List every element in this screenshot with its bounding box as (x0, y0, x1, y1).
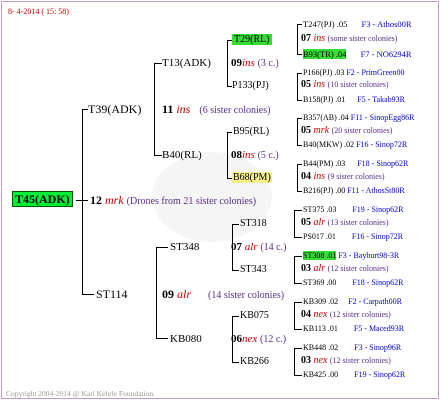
gen4-entry: PS017 .01 F16 - Sinop72R (303, 232, 404, 241)
gen3-queen: B68(PM) (232, 172, 272, 183)
connector (232, 362, 239, 363)
connector (232, 316, 239, 317)
connector (232, 224, 239, 225)
connector (294, 283, 302, 284)
connector (227, 132, 232, 133)
gen4-entry: KB425 .00 F19 - Sinop62R (303, 370, 406, 379)
gen2-drone: 09ins (3 c.) (231, 57, 279, 69)
gen3-drone: 04 ins (9 sister colonies) (301, 171, 385, 182)
connector (297, 145, 302, 146)
connector (82, 294, 94, 295)
connector (156, 247, 168, 248)
gen3-queen: ST318 (240, 218, 267, 229)
gen2-drone: 06nex (12 c.) (231, 333, 287, 345)
connector (297, 118, 302, 119)
gen4-entry: ST308 .01 F3 - Bayburt98-3R (303, 251, 400, 260)
copyright-notice: Copyright 2004-2014 @ Karl Kehrle Founda… (6, 389, 155, 398)
connector (297, 24, 298, 55)
connector (294, 348, 302, 349)
connector (294, 375, 302, 376)
connector (297, 100, 302, 101)
gen3-drone: 07 ins (some sister colonies) (301, 33, 398, 44)
gen4-entry: B216(PJ) .00 F11 - AthosSt80R (303, 186, 405, 195)
gen4-entry: ST369 .00 F18 - Sinop62R (303, 278, 404, 287)
root-name: T45(ADK) (12, 191, 73, 207)
connector (154, 63, 155, 156)
gen2-queen: B40(RL) (162, 149, 202, 161)
connector (294, 302, 295, 330)
gen4-entry: B44(PM) .03 F18 - Sinop62R (303, 159, 409, 168)
connector (297, 54, 302, 55)
gen3-drone: 03 alr (12 sister colonies) (301, 263, 389, 274)
gen2-drone: 07 alr (14 c.) (231, 241, 287, 253)
gen4-entry: P166(PJ) .03 F2 - PrimGreen00 (303, 68, 405, 77)
connector (232, 270, 239, 271)
connector (294, 256, 302, 257)
connector (154, 155, 162, 156)
connector (294, 302, 302, 303)
connector (82, 109, 83, 295)
gen3-queen: P133(PJ) (232, 80, 269, 91)
connector (294, 329, 302, 330)
gen3-queen: KB266 (240, 356, 269, 367)
connector (227, 132, 228, 179)
gen1-queen-top: T39(ADK) (88, 102, 142, 116)
connector (297, 73, 298, 101)
gen4-entry: T247(PJ) .05 F3 - Athos00R (303, 19, 412, 29)
gen1-queen-bottom: ST114 (96, 287, 128, 301)
gen3-drone: 05 mrk (20 sister colonies) (301, 125, 393, 136)
gen3-queen: ST343 (240, 264, 267, 275)
gen3-drone: 04 nex (12 sister colonies) (301, 309, 391, 320)
root-queen: T45(ADK) (12, 191, 73, 207)
gen3-drone: 05 ins (10 sister colonies) (301, 79, 389, 90)
connector (294, 348, 295, 376)
gen4-entry: ST375 .03 F19 - Sinop62R (303, 205, 404, 214)
connector (154, 63, 162, 64)
gen4-entry: KB448 .02 F3 - Sinop96R (303, 343, 402, 352)
gen2-drone: 08ins (5 c.) (231, 149, 279, 161)
gen3-queen: B95(RL) (233, 126, 270, 137)
connector (294, 210, 295, 238)
gen4-entry: KB309 .02 F2 - Carpath00R (303, 297, 402, 306)
pedigree-frame: 8- 4-2014 ( 15: 58) T45(ADK) 12 mrk (Dro… (1, 1, 439, 399)
connector (297, 73, 302, 74)
connector (294, 237, 302, 238)
connector (297, 24, 302, 25)
gen2-queen: KB080 (170, 333, 202, 345)
gen4-entry: B40(MKW) .02 F16 - Sinop72R (303, 140, 408, 149)
datestamp: 8- 4-2014 ( 15: 58) (8, 7, 69, 16)
gen2-queen: T13(ADK) (162, 57, 211, 69)
connector (297, 191, 302, 192)
connector (294, 210, 302, 211)
gen3-queen: T29(RL) (232, 34, 272, 45)
connector (156, 338, 168, 339)
gen1-drone-top: 11 ins (6 sister colonies) (162, 102, 271, 116)
connector (297, 164, 298, 192)
gen3-queen: KB075 (240, 310, 269, 321)
gen1-drone-bottom: 09 alr (14 sister colonies) (162, 287, 285, 301)
gen4-entry: KB113 .01 F5 - Maced93R (303, 324, 405, 333)
connector (294, 256, 295, 284)
connector (227, 40, 228, 87)
root-drone-info: 12 mrk (Drones from 21 sister colonies) (90, 193, 257, 207)
gen3-drone: 05 alr (13 sister colonies) (301, 217, 389, 228)
connector (297, 118, 298, 146)
gen4-entry: B357(AB) .04 F11 - SinopEgg86R (303, 113, 415, 122)
gen4-entry: B158(PJ) .01 F5 - Takab93R (303, 95, 405, 104)
connector (156, 247, 157, 339)
connector (297, 164, 302, 165)
gen4-entry: B93(TR) .04 F7 - NO6294R (303, 49, 412, 59)
gen3-drone: 03 nex (12 sister colonies) (301, 355, 391, 366)
gen2-queen: ST348 (170, 241, 200, 253)
